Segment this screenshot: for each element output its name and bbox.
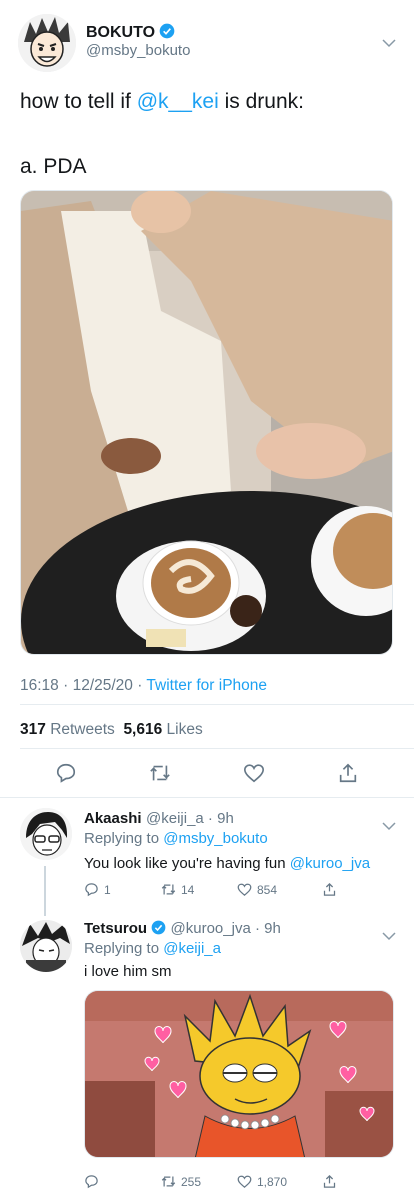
reply-text: i love him sm	[84, 963, 172, 980]
retweets-label: Retweets	[50, 721, 115, 738]
reply-icon[interactable]	[55, 762, 77, 789]
avatar-illustration	[18, 14, 76, 72]
photo-illustration	[21, 191, 392, 654]
avatar[interactable]	[20, 808, 72, 860]
tweet-actions	[0, 762, 414, 786]
retweets-stat[interactable]: 317 Retweets	[20, 721, 115, 738]
mention-link[interactable]: @k__kei	[137, 90, 219, 113]
reply-time: 9h	[217, 810, 234, 827]
author-display-name: BOKUTO	[86, 24, 156, 41]
retweets-count: 317	[20, 721, 46, 738]
reply-header: Akaashi @keiji_a · 9h	[84, 810, 234, 827]
reply-count: 1	[104, 883, 111, 897]
replying-to: Replying to @keiji_a	[84, 939, 221, 959]
reply-author-handle[interactable]: @keiji_a	[146, 810, 204, 827]
chevron-down-icon[interactable]	[382, 928, 396, 946]
replying-to-mention[interactable]: @msby_bokuto	[163, 830, 267, 847]
reply-author-handle[interactable]: @kuroo_jva	[171, 920, 251, 937]
replying-to-mention[interactable]: @keiji_a	[163, 940, 221, 957]
tweet-source[interactable]: Twitter for iPhone	[146, 677, 267, 694]
mention-link[interactable]: @kuroo_jva	[290, 855, 370, 872]
like-icon[interactable]	[237, 1174, 252, 1192]
likes-count: 5,616	[123, 721, 163, 738]
retweet-count: 255	[181, 1175, 202, 1189]
reply-author-name[interactable]: Akaashi	[84, 810, 142, 827]
divider	[20, 704, 414, 705]
meme-illustration	[85, 991, 393, 1157]
reply-icon[interactable]	[84, 882, 99, 900]
avatar[interactable]	[20, 920, 72, 972]
avatar-illustration	[20, 920, 72, 972]
avatar[interactable]	[18, 14, 76, 72]
retweet-icon[interactable]	[160, 882, 177, 900]
chevron-down-icon[interactable]	[382, 35, 396, 53]
likes-stat[interactable]: 5,616 Likes	[123, 721, 202, 738]
likes-label: Likes	[166, 721, 203, 738]
like-count: 1,870	[257, 1175, 288, 1189]
reply-icon[interactable]	[84, 1174, 99, 1192]
reply-actions: 255 1,870	[84, 1174, 394, 1190]
divider	[0, 797, 414, 798]
retweet-icon[interactable]	[148, 762, 172, 789]
tweet-text-suffix: is drunk:	[218, 90, 304, 113]
like-icon[interactable]	[243, 762, 265, 789]
reply-header: Tetsurou @kuroo_jva · 9h	[84, 920, 281, 940]
reply-media[interactable]	[84, 990, 394, 1158]
retweet-count: 14	[181, 883, 195, 897]
reply-text-body: You look like you're having fun	[84, 855, 290, 872]
reply-text: You look like you're having fun @kuroo_j…	[84, 854, 370, 874]
tweet-photo[interactable]	[20, 190, 393, 655]
chevron-down-icon[interactable]	[382, 818, 396, 836]
reply-author-name[interactable]: Tetsurou	[84, 920, 147, 937]
thread-line	[44, 866, 46, 916]
replying-to-label: Replying to	[84, 830, 160, 847]
like-icon[interactable]	[237, 882, 252, 900]
verified-icon	[159, 23, 175, 44]
tweet-text-line2: a. PDA	[20, 155, 87, 178]
tweet-meta: 16:18 · 12/25/20 · Twitter for iPhone	[20, 677, 268, 694]
tweet-text: how to tell if @k__kei is drunk:	[20, 88, 304, 116]
share-icon[interactable]	[322, 882, 337, 900]
tweet-text-prefix: how to tell if	[20, 90, 137, 113]
tweet-stats: 317 Retweets 5,616 Likes	[20, 721, 203, 739]
tweet-time: 16:18	[20, 677, 59, 694]
replying-to: Replying to @msby_bokuto	[84, 829, 268, 849]
reply-time: 9h	[264, 920, 281, 937]
verified-icon	[151, 920, 166, 940]
retweet-icon[interactable]	[160, 1174, 177, 1192]
author-handle[interactable]: @msby_bokuto	[86, 42, 190, 59]
share-icon[interactable]	[337, 762, 359, 789]
avatar-illustration	[20, 808, 72, 860]
reply-actions: 1 14 854	[84, 882, 394, 898]
divider	[20, 748, 414, 749]
share-icon[interactable]	[322, 1174, 337, 1192]
author-name[interactable]: BOKUTO	[86, 23, 175, 44]
tweet-date: 12/25/20	[72, 677, 133, 694]
like-count: 854	[257, 883, 278, 897]
replying-to-label: Replying to	[84, 940, 160, 957]
